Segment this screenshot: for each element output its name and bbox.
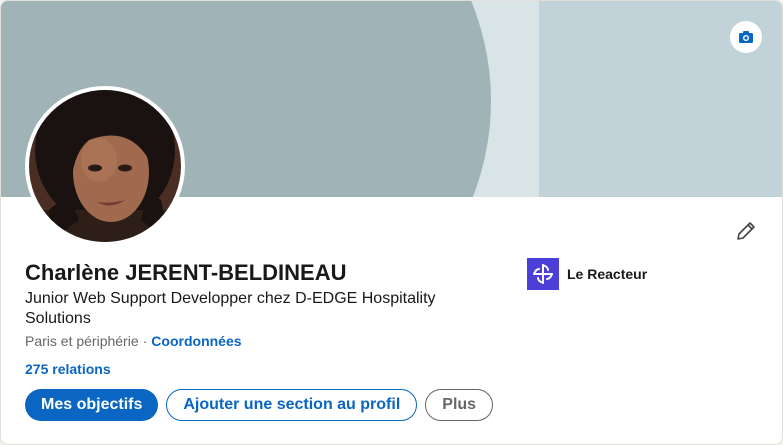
add-profile-section-button[interactable]: Ajouter une section au profil xyxy=(166,389,418,421)
contact-info-link[interactable]: Coordonnées xyxy=(151,333,241,349)
profile-location-row: Paris et périphérie · Coordonnées xyxy=(25,333,242,349)
profile-headline: Junior Web Support Developper chez D-EDG… xyxy=(25,290,436,327)
le-reacteur-logo xyxy=(527,258,559,290)
pencil-icon xyxy=(737,222,755,240)
location-separator: · xyxy=(142,333,148,349)
profile-photo-frame[interactable] xyxy=(25,86,185,246)
camera-icon xyxy=(739,31,753,43)
profile-card: Charlène JERENT-BELDINEAU Junior Web Sup… xyxy=(0,0,783,445)
relations-link[interactable]: 275 relations xyxy=(25,361,111,377)
profile-actions: Mes objectifs Ajouter une section au pro… xyxy=(25,389,494,421)
more-button[interactable]: Plus xyxy=(425,389,494,421)
edit-banner-button[interactable] xyxy=(730,21,762,53)
profile-name: Charlène JERENT-BELDINEAU xyxy=(25,260,347,285)
open-to-button[interactable]: Mes objectifs xyxy=(25,389,159,421)
profile-location: Paris et périphérie xyxy=(25,333,139,349)
edit-intro-button[interactable] xyxy=(730,215,762,247)
profile-photo[interactable] xyxy=(29,90,181,242)
company-name: Le Reacteur xyxy=(567,266,648,282)
current-company[interactable]: Le Reacteur xyxy=(527,258,647,290)
